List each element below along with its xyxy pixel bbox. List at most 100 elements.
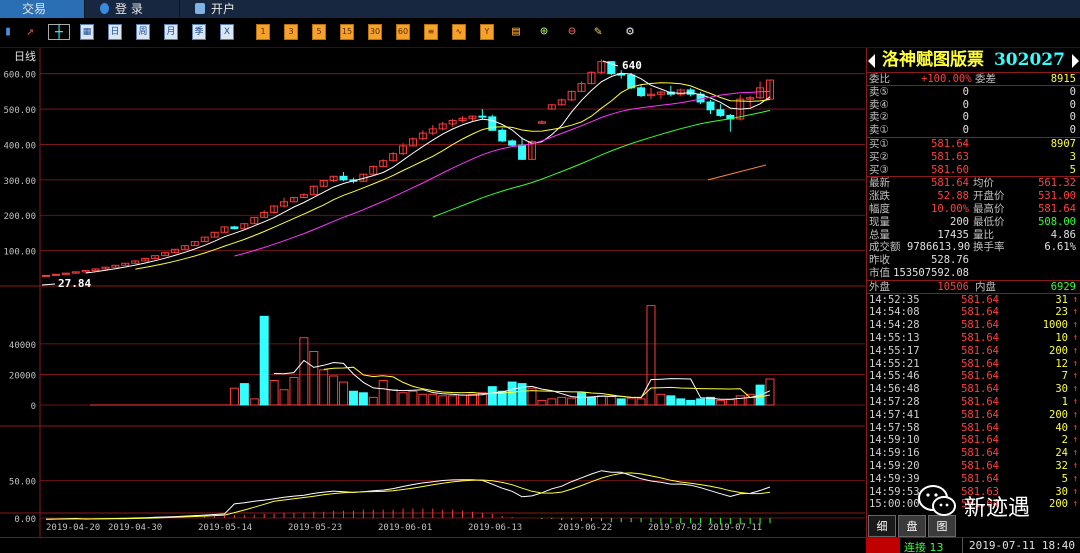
draw-tool-icon[interactable]: ▤: [508, 24, 524, 40]
candle-body: [627, 74, 636, 89]
minute-1-button[interactable]: 1: [256, 24, 270, 40]
tick-time: 14:59:10: [869, 434, 920, 447]
tick-time: 14:59:16: [869, 447, 920, 460]
volume-bar: [586, 396, 596, 406]
volume-bar: [725, 399, 735, 406]
period-month-button[interactable]: 月: [164, 24, 178, 40]
candlestick-icon[interactable]: ┼: [48, 24, 70, 40]
tab-detail[interactable]: 细: [868, 515, 896, 537]
indicator-icon[interactable]: ∿: [452, 24, 466, 40]
sell-price: 0: [962, 85, 969, 98]
quote-label: 成交额: [869, 241, 901, 254]
computer-icon: [195, 3, 205, 14]
volume-bar: [745, 393, 755, 406]
tick-row: 14:57:41 581.64 200 ↑: [867, 409, 1080, 422]
volume-bar: [348, 390, 358, 406]
period-day-button[interactable]: 日: [108, 24, 122, 40]
period-custom-button[interactable]: X: [220, 24, 234, 40]
minute-30-button[interactable]: 30: [368, 24, 382, 40]
tick-time: 14:54:28: [869, 319, 920, 332]
quote-row: 总量 17435 量比 4.86: [867, 229, 1080, 242]
prev-close-label: 昨收: [869, 254, 890, 267]
volume-bar: [458, 394, 468, 406]
indicator-tick-label: 0.00: [14, 515, 36, 525]
tick-price: 581.64: [961, 421, 999, 434]
volume-bar: [616, 398, 626, 406]
volume-bar: [626, 397, 636, 406]
kline-chart[interactable]: 600.00 500.00 400.00 300.00 200.00 100.00 4000…: [0, 48, 866, 537]
tick-row: 14:57:28 581.64 1 ↑: [867, 396, 1080, 409]
volume-bar: [279, 389, 289, 406]
quote-value: 52.88: [937, 190, 969, 203]
minute-15-button[interactable]: 15: [340, 24, 354, 40]
sell-price: 0: [962, 98, 969, 111]
tick-price: 581.64: [961, 331, 999, 344]
volume-bar: [378, 380, 388, 406]
tick-time: 14:56:48: [869, 383, 920, 396]
tick-list[interactable]: 14:52:35 581.64 31 ↑ 14:54:08 581.64 23 ↑ 14:54:…: [867, 292, 1080, 512]
tick-time: 14:55:17: [869, 344, 920, 357]
prev-close-row: 昨收 528.76: [867, 254, 1080, 267]
user-icon: [100, 3, 109, 14]
up-arrow-icon: ↑: [1072, 499, 1078, 510]
quote-value: 17435: [937, 228, 969, 241]
quote-label: 现量: [869, 215, 890, 228]
minute-5-button[interactable]: 5: [312, 24, 326, 40]
price-tick-label: 300.00: [3, 177, 36, 187]
wechat-icon: [918, 485, 956, 516]
sell-orders: 卖⑤ 0 0 卖④ 0 0 卖② 0 0 卖① 0 0: [867, 84, 1080, 137]
buy-level-label: 买②: [869, 150, 889, 163]
status-datetime: 2019-07-11 18:40: [962, 538, 1080, 553]
candle-body: [716, 109, 725, 116]
line-chart-icon[interactable]: ↗: [22, 24, 38, 40]
period-week-button[interactable]: 周: [136, 24, 150, 40]
up-arrow-icon: ↑: [1072, 384, 1078, 395]
prev-stock-icon[interactable]: [868, 54, 875, 68]
tick-price: 581.64: [961, 447, 999, 460]
volume-ma10-line: [323, 366, 771, 399]
status-indicator: [866, 538, 900, 553]
zoom-out-icon[interactable]: ⊖: [564, 24, 580, 40]
tick-price: 581.64: [961, 383, 999, 396]
date-tick-label: 2019-07-11: [708, 523, 762, 533]
tab-login[interactable]: 登 录: [100, 0, 180, 18]
zoom-in-icon[interactable]: ⊕: [536, 24, 552, 40]
tab-open-label: 开户: [211, 2, 236, 16]
tick-volume: 200: [1049, 344, 1068, 357]
tick-volume: 200: [1049, 498, 1068, 511]
pencil-icon[interactable]: ✎: [590, 24, 606, 40]
volume-bar: [636, 398, 646, 406]
tick-price: 581.64: [961, 408, 999, 421]
multi-period-icon[interactable]: ≡: [424, 24, 438, 40]
next-stock-icon[interactable]: [1072, 54, 1079, 68]
gear-icon[interactable]: ⚙: [622, 24, 638, 40]
buy-orders: 买① 581.64 8907 买② 581.63 3 买③ 581.60 5: [867, 136, 1080, 176]
candle-body: [518, 144, 527, 160]
volume-bar: [428, 393, 438, 406]
up-arrow-icon: ↑: [1072, 345, 1078, 356]
tick-time: 14:52:35: [869, 293, 920, 306]
tab-open-account[interactable]: 开户: [195, 0, 285, 18]
buy-price: 581.63: [931, 150, 969, 163]
volume-bar: [606, 396, 616, 406]
minute-60-button[interactable]: 60: [396, 24, 410, 40]
volume-tick-label: 40000: [9, 341, 36, 351]
calendar-icon[interactable]: ▦: [80, 24, 94, 40]
price-tick-label: 400.00: [3, 141, 36, 151]
quote-row: 最新 581.64 均价 561.32: [867, 177, 1080, 190]
annual-icon[interactable]: Y: [480, 24, 494, 40]
volume-bar: [715, 399, 725, 406]
tick-time: 14:55:21: [869, 357, 920, 370]
tick-price: 581.64: [961, 357, 999, 370]
date-tick-label: 2019-06-13: [468, 523, 522, 533]
volume-bar: [229, 387, 239, 406]
volume-bar: [537, 399, 547, 406]
tab-trade[interactable]: 交易: [0, 0, 85, 18]
minute-3-button[interactable]: 3: [284, 24, 298, 40]
quote-row: 成交额 9786613.90 换手率 6.61%: [867, 241, 1080, 254]
tick-price: 581.64: [961, 293, 999, 306]
sell-volume: 0: [1069, 85, 1076, 98]
period-season-button[interactable]: 季: [192, 24, 206, 40]
bar-chart-icon[interactable]: ▮: [0, 24, 16, 40]
low-marker-label: 27.84: [58, 277, 91, 290]
